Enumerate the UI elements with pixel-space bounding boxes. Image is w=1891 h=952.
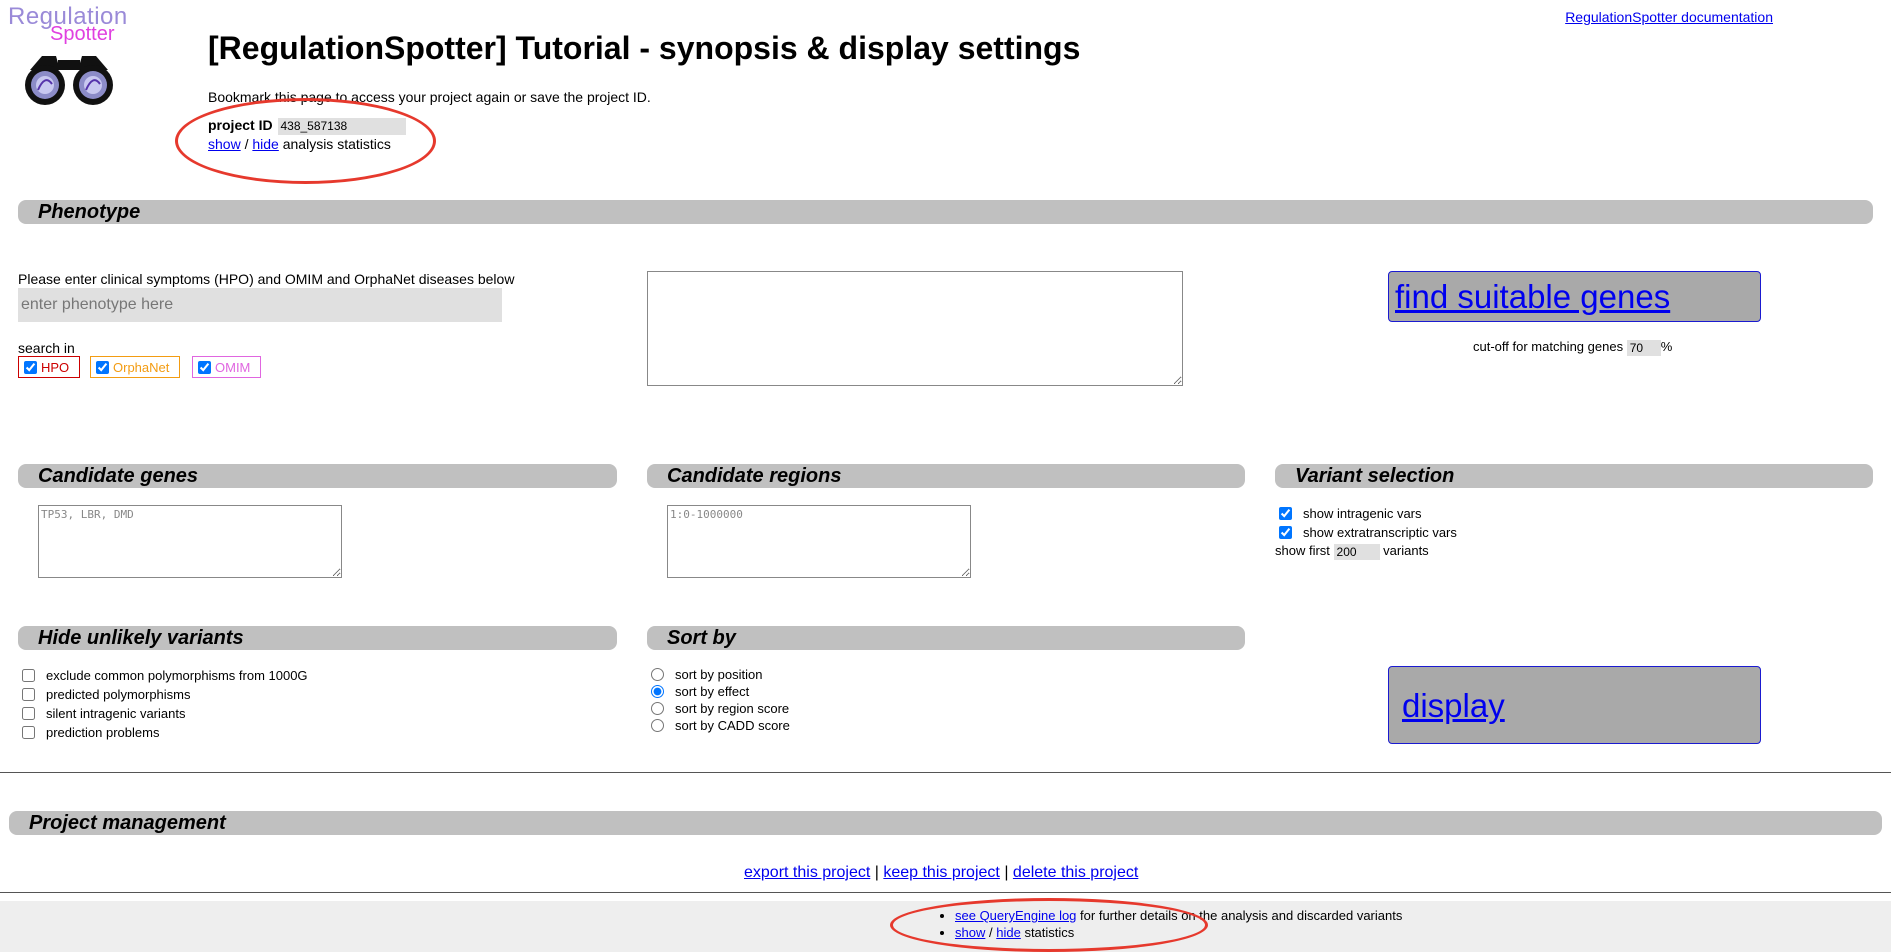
prediction-problems-label: prediction problems	[46, 725, 160, 740]
option-extratranscriptic[interactable]: show extratranscriptic vars	[1279, 523, 1457, 542]
option-sort-effect[interactable]: sort by effect	[651, 683, 790, 700]
prediction-problems-checkbox[interactable]	[22, 726, 35, 739]
analysis-stats-toggle: show / hide analysis statistics	[208, 136, 391, 152]
toggle-separator: /	[988, 925, 993, 940]
hide-stats-link[interactable]: hide	[996, 925, 1021, 940]
cutoff-row: cut-off for matching genes %	[1473, 339, 1672, 356]
keep-project-link[interactable]: keep this project	[883, 864, 1000, 881]
project-management-section-header: Project management	[9, 811, 1882, 835]
phenotype-terms-textarea[interactable]	[647, 271, 1183, 386]
sort-region-score-label: sort by region score	[675, 701, 790, 716]
option-silent-intragenic[interactable]: silent intragenic variants	[22, 704, 308, 723]
variant-selection-section-header: Variant selection	[1275, 464, 1873, 488]
project-id-row: project ID	[208, 117, 407, 135]
hide-unlikely-options: exclude common polymorphisms from 1000G …	[22, 666, 308, 742]
common-polymorphisms-checkbox[interactable]	[22, 669, 35, 682]
analysis-stats-text: analysis statistics	[282, 136, 391, 152]
cutoff-input[interactable]	[1626, 339, 1661, 356]
divider	[0, 892, 1891, 893]
source-orphanet-label: OrphaNet	[113, 359, 170, 375]
candidate-genes-section-header: Candidate genes	[18, 464, 617, 488]
option-sort-cadd[interactable]: sort by CADD score	[651, 717, 790, 734]
sort-position-radio[interactable]	[651, 668, 664, 681]
phenotype-instructions: Please enter clinical symptoms (HPO) and…	[18, 271, 515, 287]
common-polymorphisms-label: exclude common polymorphisms from 1000G	[46, 668, 308, 683]
project-id-label: project ID	[208, 117, 273, 133]
sort-by-section-header: Sort by	[647, 626, 1245, 650]
option-prediction-problems[interactable]: prediction problems	[22, 723, 308, 742]
find-genes-link[interactable]: find suitable genes	[1395, 278, 1670, 315]
source-orphanet[interactable]: OrphaNet	[90, 356, 181, 378]
phenotype-input[interactable]	[18, 288, 502, 322]
option-intragenic[interactable]: show intragenic vars	[1279, 504, 1457, 523]
option-sort-position[interactable]: sort by position	[651, 666, 790, 683]
variant-selection-options: show intragenic vars show extratranscrip…	[1279, 504, 1457, 542]
footer: see QueryEngine log for further details …	[0, 901, 1891, 952]
delete-project-link[interactable]: delete this project	[1013, 864, 1138, 881]
queryengine-log-link[interactable]: see QueryEngine log	[955, 908, 1076, 923]
silent-intragenic-checkbox[interactable]	[22, 707, 35, 720]
queryengine-log-text: for further details on the analysis and …	[1080, 908, 1403, 923]
extratranscriptic-checkbox[interactable]	[1279, 526, 1292, 539]
documentation-link[interactable]: RegulationSpotter documentation	[1565, 9, 1773, 25]
show-first-row: show first variants	[1275, 543, 1429, 560]
option-common-polymorphisms[interactable]: exclude common polymorphisms from 1000G	[22, 666, 308, 685]
find-genes-button[interactable]: find suitable genes	[1388, 271, 1761, 322]
extratranscriptic-label: show extratranscriptic vars	[1303, 525, 1457, 540]
link-separator: |	[874, 864, 879, 881]
footer-log-item: see QueryEngine log for further details …	[955, 908, 1402, 925]
intragenic-label: show intragenic vars	[1303, 506, 1422, 521]
sort-position-label: sort by position	[675, 667, 763, 682]
source-omim[interactable]: OMIM	[192, 356, 262, 378]
silent-intragenic-label: silent intragenic variants	[46, 706, 186, 721]
source-hpo-checkbox[interactable]	[24, 360, 37, 374]
sort-effect-label: sort by effect	[675, 684, 750, 699]
divider	[0, 772, 1891, 773]
logo-text-spotter: Spotter	[50, 23, 115, 45]
sort-region-score-radio[interactable]	[651, 702, 664, 715]
option-sort-region-score[interactable]: sort by region score	[651, 700, 790, 717]
page-title: [RegulationSpotter] Tutorial - synopsis …	[208, 30, 1081, 66]
hide-unlikely-section-header: Hide unlikely variants	[18, 626, 617, 650]
show-stats-link[interactable]: show	[955, 925, 985, 940]
cutoff-label: cut-off for matching genes	[1473, 339, 1624, 354]
show-first-label: show first	[1275, 543, 1330, 558]
display-link[interactable]: display	[1402, 687, 1505, 724]
variants-label: variants	[1383, 543, 1429, 558]
source-orphanet-checkbox[interactable]	[96, 360, 109, 374]
source-omim-checkbox[interactable]	[198, 360, 211, 374]
phenotype-section-header: Phenotype	[18, 200, 1873, 224]
show-first-input[interactable]	[1333, 543, 1380, 560]
footer-list: see QueryEngine log for further details …	[955, 908, 1402, 942]
display-button[interactable]: display	[1388, 666, 1761, 744]
export-project-link[interactable]: export this project	[744, 864, 870, 881]
source-hpo[interactable]: HPO	[18, 356, 81, 378]
link-separator: |	[1004, 864, 1009, 881]
intragenic-checkbox[interactable]	[1279, 507, 1292, 520]
bookmark-hint: Bookmark this page to access your projec…	[208, 89, 651, 105]
binoculars-logo-icon	[25, 56, 113, 105]
sort-effect-radio[interactable]	[651, 685, 664, 698]
project-management-links: export this project | keep this project …	[744, 864, 1138, 882]
source-omim-label: OMIM	[215, 359, 251, 375]
sort-by-options: sort by position sort by effect sort by …	[651, 666, 790, 734]
footer-stats-item: show / hide statistics	[955, 925, 1402, 942]
source-hpo-label: HPO	[41, 359, 70, 375]
stats-text: statistics	[1024, 925, 1075, 940]
sort-cadd-radio[interactable]	[651, 719, 664, 732]
search-in-label: search in	[18, 340, 75, 356]
hide-analysis-stats-link[interactable]: hide	[252, 136, 278, 152]
project-id-field[interactable]	[278, 117, 407, 135]
candidate-regions-section-header: Candidate regions	[647, 464, 1245, 488]
option-predicted-polymorphisms[interactable]: predicted polymorphisms	[22, 685, 308, 704]
predicted-polymorphisms-label: predicted polymorphisms	[46, 687, 191, 702]
toggle-separator: /	[244, 136, 249, 152]
show-analysis-stats-link[interactable]: show	[208, 136, 241, 152]
candidate-genes-textarea[interactable]	[38, 505, 342, 578]
candidate-regions-textarea[interactable]	[667, 505, 971, 578]
cutoff-unit: %	[1660, 339, 1673, 354]
sort-cadd-label: sort by CADD score	[675, 718, 790, 733]
predicted-polymorphisms-checkbox[interactable]	[22, 688, 35, 701]
